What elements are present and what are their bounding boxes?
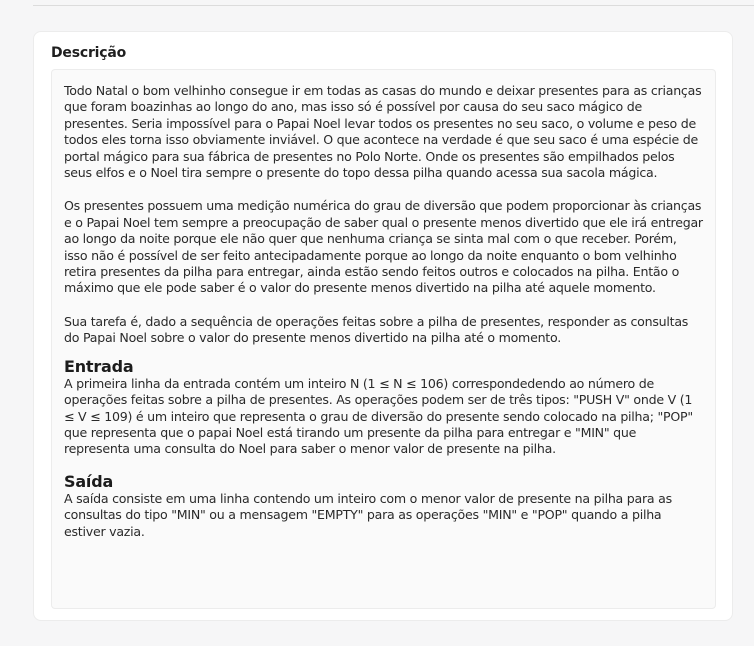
description-paragraph-2: Os presentes possuem uma medição numéric… — [64, 198, 703, 296]
description-content: Todo Natal o bom velhinho consegue ir em… — [51, 69, 716, 609]
description-paragraph-1: Todo Natal o bom velhinho consegue ir em… — [64, 83, 702, 181]
output-text: A saída consiste em uma linha contendo u… — [64, 490, 672, 539]
input-text: A primeira linha da entrada contém um in… — [64, 375, 693, 457]
description-paragraph-3: Sua tarefa é, dado a sequência de operaç… — [64, 313, 689, 346]
card-title: Descrição — [51, 45, 127, 61]
output-heading: Saída — [64, 471, 114, 491]
description-card: Descrição Todo Natal o bom velhinho cons… — [33, 31, 733, 621]
top-divider — [33, 5, 754, 6]
input-heading: Entrada — [64, 356, 134, 376]
